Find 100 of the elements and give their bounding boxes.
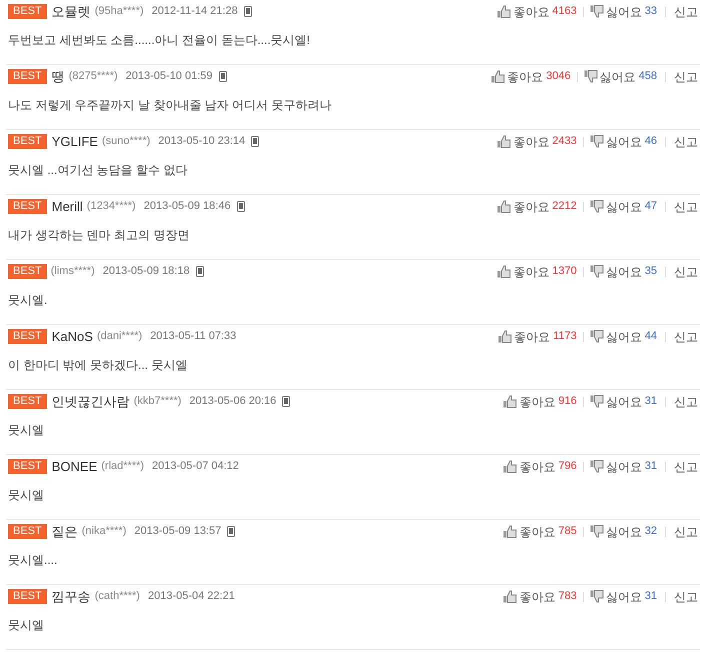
comment-text: 내가 생각하는 덴마 최고의 명장면 <box>8 227 190 244</box>
dislike-label[interactable]: 싫어요 <box>600 68 636 86</box>
user-id: (lims****) <box>50 264 95 280</box>
best-badge: BEST <box>8 69 47 84</box>
best-badge: BEST <box>8 459 47 474</box>
thumbs-down-icon <box>590 5 604 18</box>
like-label[interactable]: 좋아요 <box>513 262 550 280</box>
best-badge: BEST <box>8 264 47 279</box>
thumbs-down-icon <box>590 525 604 538</box>
thumbs-down-icon <box>590 135 604 148</box>
thumbs-down-icon <box>590 265 604 278</box>
report-link[interactable]: 신고 <box>674 68 698 86</box>
thumbs-up-icon <box>497 5 512 18</box>
dislike-count: 46 <box>644 134 657 150</box>
user-id: (dani****) <box>96 329 142 344</box>
comment-date: 2013-05-04 22:21 <box>148 589 235 604</box>
comment-date: 2012-11-14 21:28 <box>152 4 238 20</box>
like-label[interactable]: 좋아요 <box>519 588 556 606</box>
report-link[interactable]: 신고 <box>674 392 698 410</box>
comment-text: 이 한마디 밖에 못하겠다... 뭇시엘 <box>8 357 188 374</box>
dislike-label[interactable]: 싫어요 <box>606 588 642 606</box>
report-link[interactable]: 신고 <box>674 132 698 150</box>
dislike-count: 33 <box>644 4 657 20</box>
nickname: 인넷끊긴사람 <box>52 392 130 411</box>
like-label[interactable]: 좋아요 <box>514 328 550 346</box>
dislike-count: 32 <box>644 524 657 540</box>
comment-text: 뭇시엘 <box>8 617 45 634</box>
like-label[interactable]: 좋아요 <box>519 522 556 540</box>
like-count: 2433 <box>552 134 577 150</box>
nickname: 낌꾸송 <box>52 588 91 606</box>
like-count: 783 <box>558 589 577 604</box>
dislike-count: 35 <box>644 264 657 280</box>
thumbs-down-icon <box>590 200 604 213</box>
best-badge: BEST <box>8 329 47 344</box>
comment-text: 나도 저렇게 우주끝까지 날 찾아내줄 남자 어디서 못구하려나 <box>8 97 332 114</box>
nickname: KaNoS <box>52 328 93 346</box>
like-count: 796 <box>558 459 577 474</box>
dislike-count: 31 <box>644 459 657 474</box>
thumbs-up-icon <box>503 395 518 408</box>
like-count: 1173 <box>553 329 577 344</box>
user-id: (kkb7****) <box>134 394 182 410</box>
like-label[interactable]: 좋아요 <box>513 2 550 20</box>
dislike-count: 44 <box>644 329 657 344</box>
report-link[interactable]: 신고 <box>674 458 698 476</box>
dislike-label[interactable]: 싫어요 <box>606 458 642 476</box>
dislike-label[interactable]: 싫어요 <box>606 328 642 346</box>
like-label[interactable]: 좋아요 <box>519 458 556 476</box>
comment-date: 2013-05-09 13:57 <box>134 524 222 540</box>
dislike-label[interactable]: 싫어요 <box>606 262 642 280</box>
thumbs-down-icon <box>590 590 604 603</box>
nickname: YGLIFE <box>52 132 98 151</box>
like-label[interactable]: 좋아요 <box>513 132 550 150</box>
nickname: BONEE <box>52 458 98 476</box>
nickname: 짙은 <box>52 522 78 541</box>
comment-date: 2013-05-10 01:59 <box>126 69 213 84</box>
report-link[interactable]: 신고 <box>674 588 698 606</box>
best-badge: BEST <box>8 4 47 19</box>
comment-text: 뭇시엘. <box>8 292 48 309</box>
like-count: 4163 <box>552 4 577 20</box>
dislike-label[interactable]: 싫어요 <box>606 392 642 410</box>
user-id: (suno****) <box>102 134 150 150</box>
thumbs-up-icon <box>498 330 512 343</box>
report-link[interactable]: 신고 <box>674 262 698 280</box>
thumbs-down-icon <box>590 395 604 408</box>
user-id: (95ha****) <box>94 4 144 20</box>
best-badge: BEST <box>8 394 47 409</box>
report-link[interactable]: 신고 <box>674 2 698 20</box>
comment-date: 2013-05-06 20:16 <box>189 394 276 410</box>
nickname: 땡 <box>52 68 65 86</box>
thumbs-up-icon <box>491 70 506 83</box>
like-label[interactable]: 좋아요 <box>507 68 544 86</box>
like-count: 785 <box>558 524 577 540</box>
dislike-label[interactable]: 싫어요 <box>606 2 642 20</box>
dislike-count: 47 <box>644 199 657 214</box>
report-link[interactable]: 신고 <box>674 522 698 540</box>
report-link[interactable]: 신고 <box>674 328 698 346</box>
comment-date: 2013-05-09 18:18 <box>102 264 190 280</box>
like-count: 1370 <box>552 264 577 280</box>
like-label[interactable]: 좋아요 <box>513 198 550 216</box>
best-badge: BEST <box>8 524 47 539</box>
dislike-label[interactable]: 싫어요 <box>606 522 642 540</box>
comment-date: 2013-05-11 07:33 <box>150 329 236 344</box>
best-badge: BEST <box>8 134 47 149</box>
user-id: (cath****) <box>94 589 140 604</box>
comment-date: 2013-05-07 04:12 <box>152 459 239 474</box>
best-badge: BEST <box>8 199 47 214</box>
nickname: Merill <box>52 198 83 216</box>
thumbs-up-icon <box>503 590 518 603</box>
user-id: (nika****) <box>82 524 126 540</box>
dislike-label[interactable]: 싫어요 <box>606 198 642 216</box>
like-label[interactable]: 좋아요 <box>519 392 556 410</box>
report-link[interactable]: 신고 <box>674 198 698 216</box>
comment-text: 뭇시엘 <box>8 487 45 504</box>
comment-text: 뭇시엘.... <box>8 552 58 569</box>
dislike-count: 458 <box>638 69 657 84</box>
nickname: 오뮬렛 <box>52 2 91 21</box>
thumbs-down-icon <box>590 330 604 343</box>
dislike-label[interactable]: 싫어요 <box>606 132 642 150</box>
dislike-count: 31 <box>644 394 657 410</box>
thumbs-up-icon <box>497 135 512 148</box>
